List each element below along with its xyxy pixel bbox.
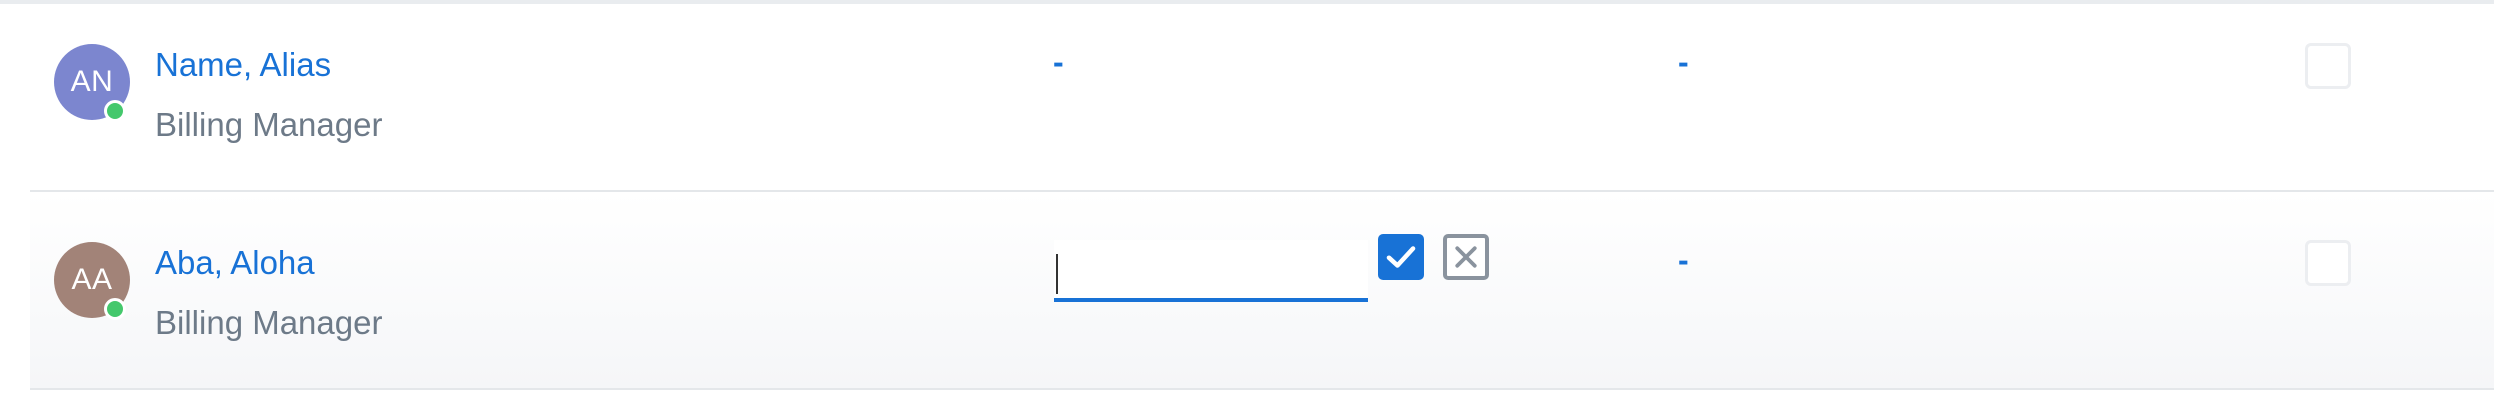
inline-edit-input[interactable] — [1054, 240, 1368, 302]
editable-value-link[interactable]: - — [1678, 242, 1689, 279]
table-row: AA Aba, Aloha Billing Manager - — [30, 192, 2494, 390]
row-select-checkbox[interactable] — [2305, 240, 2351, 286]
row-select-checkbox[interactable] — [2305, 43, 2351, 89]
user-role: Billing Manager — [155, 304, 383, 341]
close-icon — [1455, 246, 1477, 268]
user-role: Billing Manager — [155, 106, 383, 143]
cancel-edit-button[interactable] — [1443, 234, 1489, 280]
presence-online-indicator — [104, 298, 126, 320]
text-caret — [1056, 254, 1058, 294]
table-row: AN Name, Alias Billing Manager - - — [30, 4, 2494, 192]
presence-online-indicator — [104, 100, 126, 122]
confirm-edit-button[interactable] — [1378, 234, 1424, 280]
editable-value-link[interactable]: - — [1678, 44, 1689, 81]
user-name-link[interactable]: Name, Alias — [155, 46, 331, 84]
check-icon — [1386, 246, 1416, 268]
user-name-link[interactable]: Aba, Aloha — [155, 244, 315, 282]
editable-value-link[interactable]: - — [1053, 44, 1064, 81]
